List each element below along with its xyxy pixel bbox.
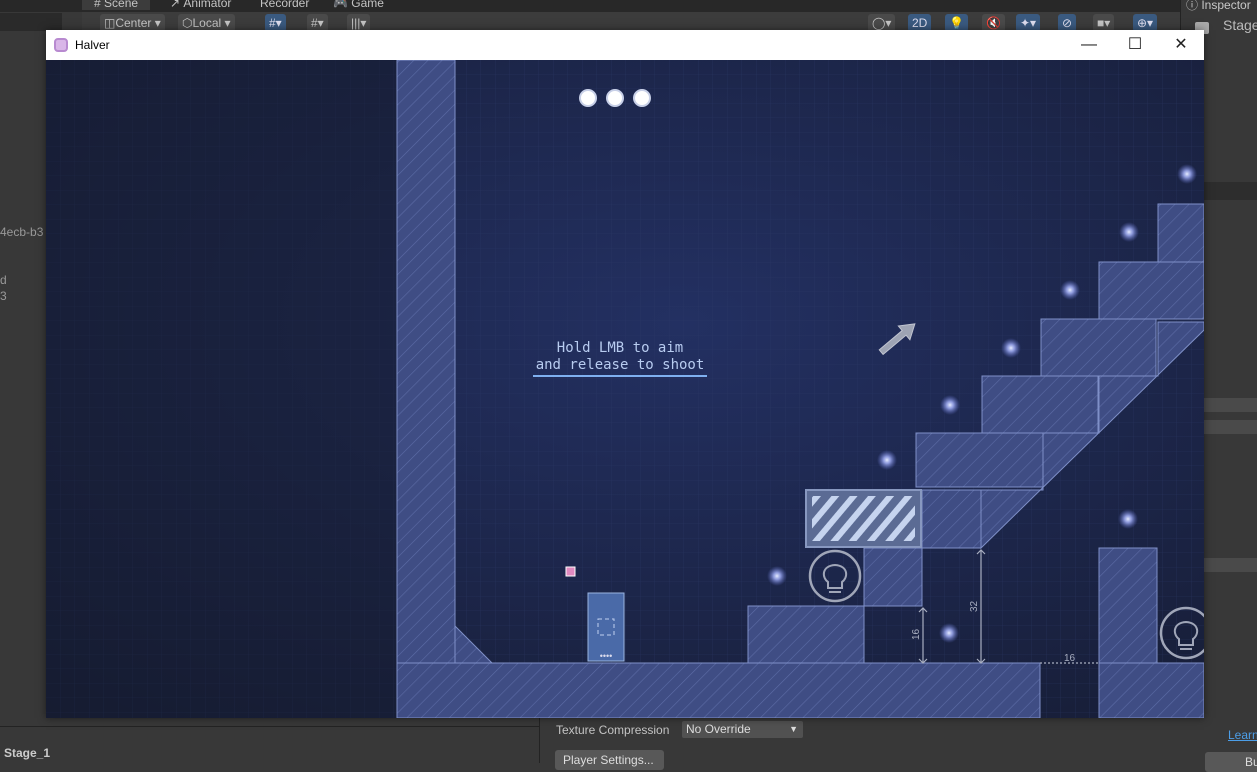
tab-scene[interactable]: # Scene (82, 0, 151, 10)
game-window: Halver — ☐ ✕ 16 32 16 Hold LMB to aim an… (46, 30, 1204, 718)
player: •••• (587, 592, 625, 662)
player-settings-button[interactable]: Player Settings... (555, 750, 664, 770)
texture-compression-dropdown[interactable]: No Override ▼ (682, 721, 803, 738)
texture-compression-value: No Override (686, 722, 751, 736)
game-viewport[interactable]: 16 32 16 Hold LMB to aim and release to … (46, 60, 1204, 718)
tab-scene-label: Scene (104, 0, 139, 10)
orb (1119, 222, 1139, 242)
orb (939, 623, 959, 643)
texture-compression-label: Texture Compression (556, 723, 670, 737)
minimize-button[interactable]: — (1066, 30, 1112, 60)
tab-animator-label: Animator (183, 0, 232, 10)
orb (1001, 338, 1021, 358)
pivot-label: Center (115, 16, 152, 30)
close-button[interactable]: ✕ (1158, 30, 1204, 60)
window-titlebar[interactable]: Halver — ☐ ✕ (46, 30, 1204, 60)
build-button[interactable]: Bu (1205, 752, 1257, 772)
left-wall (396, 60, 456, 664)
inspector-object-name: Stage (1223, 17, 1257, 33)
life-dot (633, 89, 651, 107)
tutorial-line-1: Hold LMB to aim (557, 340, 683, 356)
hierarchy-search[interactable] (0, 13, 62, 31)
right-pillar (1098, 547, 1158, 664)
stair-3 (1040, 318, 1157, 377)
staircase-fill (921, 489, 982, 549)
step-block (747, 605, 865, 664)
inspector-field[interactable] (1201, 558, 1257, 572)
hierarchy-fragment: d (0, 273, 7, 287)
floor-right (1098, 662, 1204, 718)
orb (1177, 164, 1197, 184)
life-dot (579, 89, 597, 107)
inspector-header (1201, 182, 1257, 200)
inspector-field[interactable] (1201, 420, 1257, 434)
tab-animator[interactable]: ↗ Animator (170, 0, 231, 10)
tab-game[interactable]: 🎮 Game (333, 0, 384, 10)
bottom-panel: Stage_1 Texture Compression No Override ▼… (0, 718, 1257, 772)
hierarchy-fragment: 4ecb-b3 (0, 225, 44, 239)
space-label: Local (192, 16, 222, 30)
window-title: Halver (75, 38, 110, 52)
inspector-tab-label: Inspector (1201, 0, 1251, 12)
maximize-button[interactable]: ☐ (1112, 30, 1158, 60)
dimension-16-vertical: 16 (911, 628, 922, 640)
svg-text:••••: •••• (600, 651, 613, 661)
stair-5 (1157, 203, 1204, 263)
stair-4 (1098, 261, 1204, 320)
life-dot (606, 89, 624, 107)
target-marker (565, 566, 576, 577)
scene-list-item[interactable]: Stage_1 (4, 746, 50, 760)
orb (1060, 280, 1080, 300)
orb (1118, 509, 1138, 529)
hierarchy-fragment: 3 (0, 289, 7, 303)
orb (940, 395, 960, 415)
inspector-field[interactable] (1201, 398, 1257, 412)
inspector-tab[interactable]: ⓘ Inspector (1186, 0, 1251, 13)
dimension-32: 32 (969, 600, 980, 612)
orb (767, 566, 787, 586)
block (863, 547, 923, 607)
tab-game-label: Game (351, 0, 384, 10)
stair-2 (981, 375, 1099, 434)
lives-indicator (579, 89, 651, 107)
floor (396, 662, 1041, 718)
tutorial-line-2: and release to shoot (536, 357, 705, 373)
stair-1 (915, 432, 1044, 488)
tab-recorder[interactable]: Recorder (260, 0, 309, 10)
app-icon (54, 38, 68, 52)
learn-link[interactable]: Learn (1228, 728, 1257, 742)
dimension-16-horizontal: 16 (1064, 653, 1076, 664)
orb (877, 450, 897, 470)
game-scene: 16 32 16 Hold LMB to aim and release to … (46, 60, 1204, 718)
